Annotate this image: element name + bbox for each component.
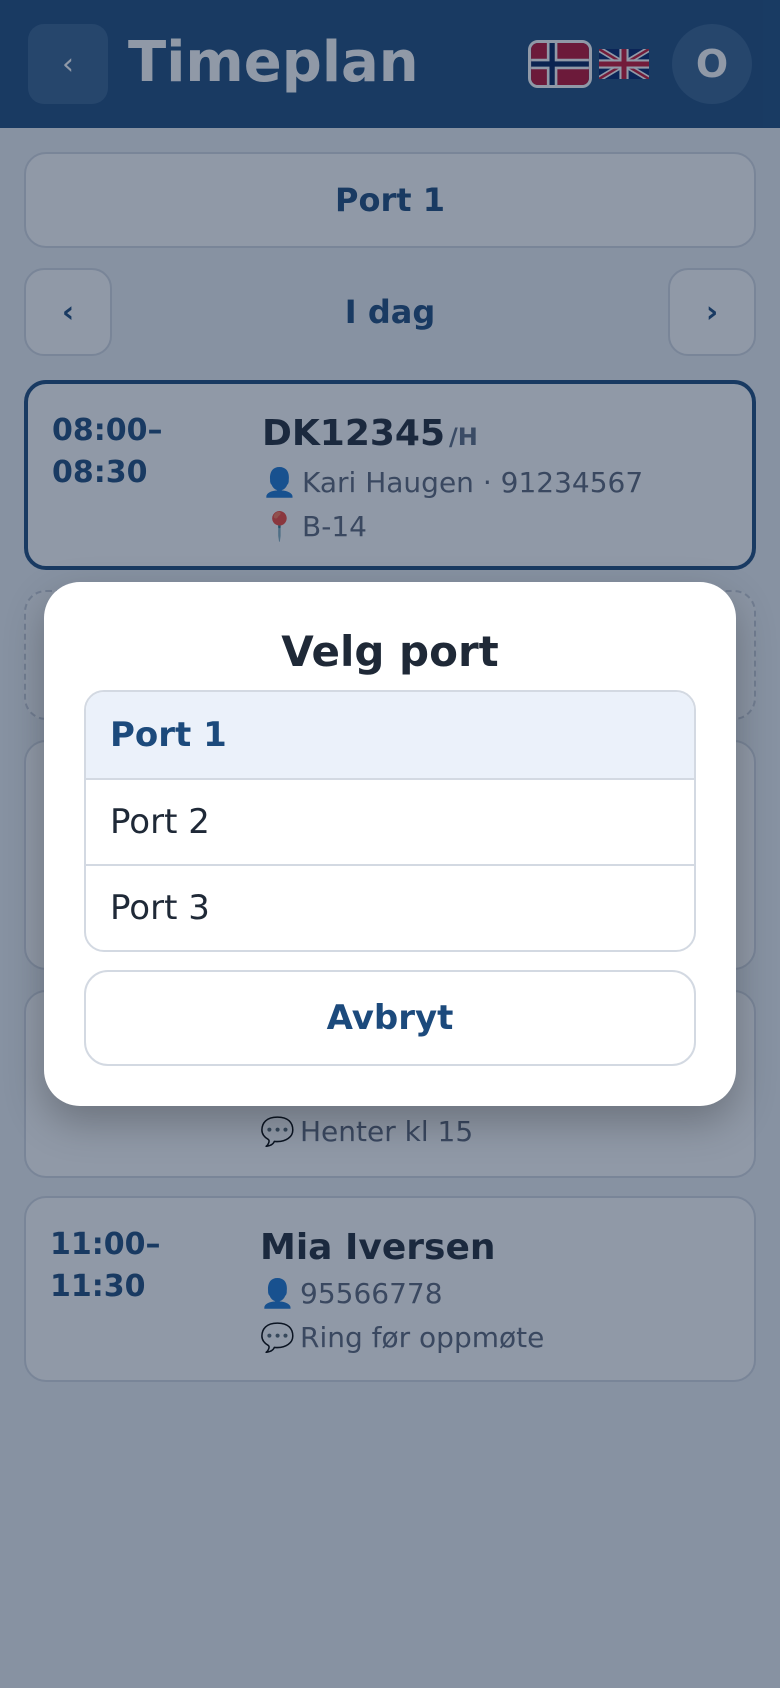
port-option-2[interactable]: Port 2 [86, 778, 694, 864]
dialog-title: Velg port [281, 627, 499, 676]
port-option-list: Port 1 Port 2 Port 3 [84, 690, 696, 952]
port-option-3[interactable]: Port 3 [86, 864, 694, 950]
cancel-button[interactable]: Avbryt [84, 970, 696, 1066]
timeplan-screen: ‹ Timeplan O Port 1 ‹ I dag › 08:00– 08:… [0, 0, 780, 1688]
port-picker-dialog: Velg port Port 1 Port 2 Port 3 Avbryt [44, 582, 736, 1106]
port-option-1[interactable]: Port 1 [86, 692, 694, 778]
